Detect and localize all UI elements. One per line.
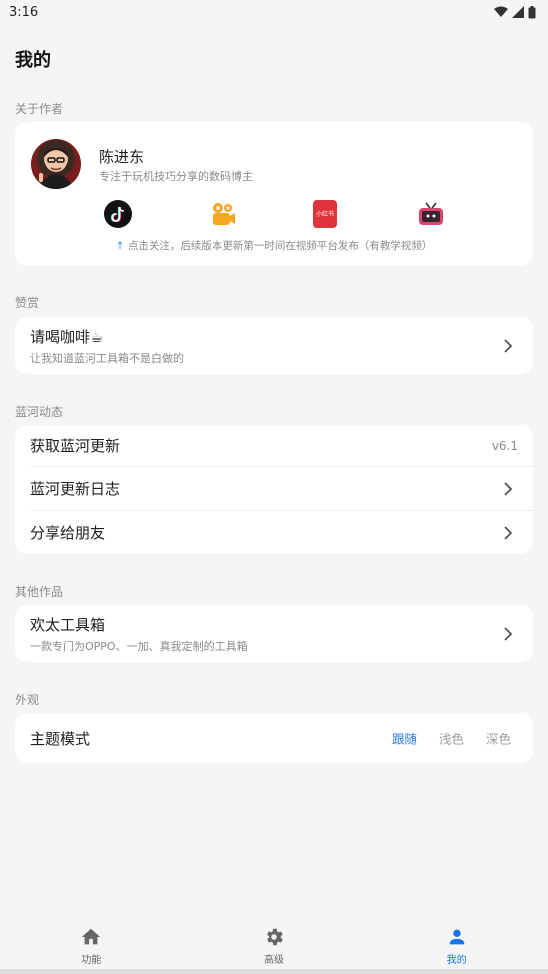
kuaishou-icon[interactable] — [209, 200, 237, 228]
donate-card[interactable]: 请喝咖啡☕ 让我知道蓝河工具箱不是白做的 — [15, 317, 533, 374]
person-icon — [449, 929, 464, 945]
follow-note-text: 点击关注，后续版本更新第一时间在视频平台发布（有教学视频） — [127, 240, 433, 252]
theme-mode-row: 主题模式 跟随 浅色 深色 — [15, 713, 533, 763]
section-label-donate: 赞赏 — [15, 296, 40, 310]
theme-mode-options: 跟随 浅色 深色 — [392, 729, 511, 748]
donate-row[interactable]: 请喝咖啡☕ 让我知道蓝河工具箱不是白做的 — [15, 317, 533, 374]
author-name: 陈进东 — [99, 148, 145, 166]
follow-note: ↑ 点击关注，后续版本更新第一时间在视频平台发布（有教学视频） — [15, 238, 533, 253]
home-icon — [82, 928, 101, 945]
nav-item-features[interactable]: 功能 — [51, 926, 131, 966]
get-update-title: 获取蓝河更新 — [30, 437, 121, 455]
donate-subtitle: 让我知道蓝河工具箱不是白做的 — [30, 351, 184, 365]
signal-icon — [512, 6, 524, 18]
get-update-row[interactable]: 获取蓝河更新 v6.1 — [15, 425, 533, 466]
chevron-right-icon — [504, 338, 513, 353]
author-card: 陈进东 专注于玩机技巧分享的数码博主 小红书 ↑ 点击关注，后续版本更新第一时间… — [15, 122, 533, 266]
author-desc: 专注于玩机技巧分享的数码博主 — [99, 170, 253, 183]
theme-option-dark[interactable]: 深色 — [486, 729, 511, 748]
nav-item-mine[interactable]: 我的 — [417, 926, 497, 966]
arrow-up-icon: ↑ — [115, 240, 125, 252]
page-title: 我的 — [15, 50, 51, 71]
share-row[interactable]: 分享给朋友 — [15, 511, 533, 554]
changelog-title: 蓝河更新日志 — [30, 480, 121, 498]
status-time: 3:16 — [9, 4, 39, 20]
bottom-nav: 功能 高级 我的 — [0, 920, 548, 974]
nav-label-mine: 我的 — [446, 955, 467, 966]
xiaohongshu-label: 小红书 — [315, 211, 334, 218]
avatar[interactable] — [31, 139, 81, 189]
tiktok-icon[interactable] — [104, 200, 132, 228]
nav-label-advanced: 高级 — [263, 955, 284, 966]
other-works-card[interactable]: 欢太工具箱 一款专门为OPPO、一加、真我定制的工具箱 — [15, 605, 533, 662]
share-title: 分享给朋友 — [30, 524, 106, 542]
donate-title: 请喝咖啡☕ — [30, 327, 104, 346]
xiaohongshu-icon[interactable]: 小红书 — [313, 200, 337, 228]
section-label-about: 关于作者 — [15, 102, 64, 116]
theme-option-light[interactable]: 浅色 — [439, 729, 464, 748]
heytap-toolbox-title: 欢太工具箱 — [30, 615, 106, 634]
status-icons — [494, 5, 536, 19]
nav-item-advanced[interactable]: 高级 — [234, 926, 314, 966]
section-label-updates: 蓝河动态 — [15, 405, 64, 419]
updates-card: 获取蓝河更新 v6.1 蓝河更新日志 分享给朋友 — [15, 425, 533, 554]
heytap-toolbox-row[interactable]: 欢太工具箱 一款专门为OPPO、一加、真我定制的工具箱 — [15, 605, 533, 662]
chevron-right-icon — [504, 626, 513, 641]
heytap-toolbox-subtitle: 一款专门为OPPO、一加、真我定制的工具箱 — [30, 639, 248, 653]
chevron-right-icon — [504, 481, 513, 496]
gear-icon — [267, 928, 283, 946]
theme-option-follow[interactable]: 跟随 — [392, 729, 417, 748]
section-label-appearance: 外观 — [15, 693, 40, 707]
bilibili-tv-icon[interactable] — [417, 200, 445, 228]
appearance-card: 主题模式 跟随 浅色 深色 — [15, 713, 533, 763]
chevron-right-icon — [504, 525, 513, 540]
theme-mode-title: 主题模式 — [30, 729, 91, 748]
battery-icon — [528, 5, 536, 18]
status-bar: 3:16 — [0, 0, 548, 24]
gesture-bar — [0, 969, 548, 974]
nav-label-features: 功能 — [81, 955, 102, 966]
wifi-icon — [494, 6, 508, 17]
section-label-other-works: 其他作品 — [15, 585, 64, 599]
version-label: v6.1 — [491, 438, 518, 453]
platform-links: 小红书 — [15, 200, 533, 232]
changelog-row[interactable]: 蓝河更新日志 — [15, 467, 533, 510]
